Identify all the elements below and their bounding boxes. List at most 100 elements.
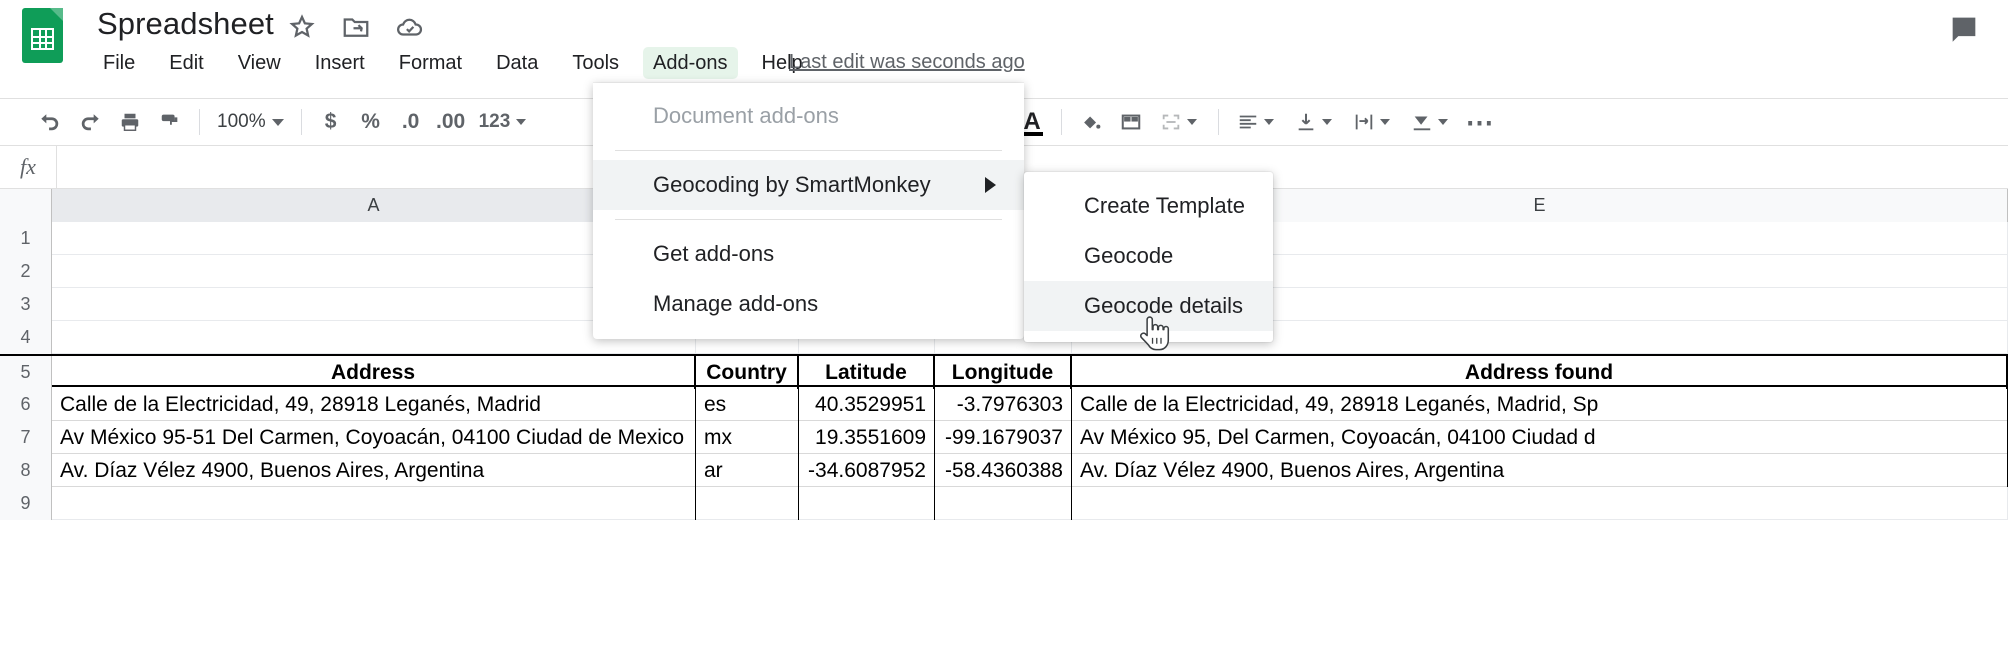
header-longitude[interactable]: Longitude	[935, 356, 1072, 389]
row-header-5[interactable]: 5	[0, 356, 52, 389]
menu-tools[interactable]: Tools	[562, 47, 629, 79]
submenu-item-geocode-details[interactable]: Geocode details	[1024, 281, 1273, 331]
cell-address-8[interactable]: Av. Díaz Vélez 4900, Buenos Aires, Argen…	[52, 454, 696, 487]
cloud-saved-icon[interactable]	[395, 12, 425, 42]
menu-add-ons[interactable]: Add-ons	[643, 47, 738, 79]
row-header-7[interactable]: 7	[0, 421, 52, 454]
chevron-down-icon[interactable]	[1322, 119, 1332, 125]
paint-format-icon[interactable]	[150, 102, 190, 142]
submenu-item-label: Create Template	[1084, 193, 1246, 218]
comment-icon[interactable]	[1946, 12, 1982, 46]
header-address[interactable]: Address	[52, 356, 696, 389]
borders-icon[interactable]	[1111, 102, 1151, 142]
sheets-logo-icon	[22, 8, 63, 63]
decrease-decimal-button[interactable]: .0	[391, 102, 431, 142]
cell-address-found-8[interactable]: Av. Díaz Vélez 4900, Buenos Aires, Argen…	[1072, 454, 2008, 487]
google-sheets-window: Spreadsheet File Edit View Insert Format…	[0, 0, 2008, 666]
menu-bar: File Edit View Insert Format Data Tools …	[93, 46, 827, 80]
horizontal-align-icon[interactable]	[1228, 102, 1268, 142]
header-address-found[interactable]: Address found	[1072, 356, 2008, 389]
cell-address-found-6[interactable]: Calle de la Electricidad, 49, 28918 Lega…	[1072, 388, 2008, 421]
chevron-down-icon	[271, 118, 284, 126]
cell-longitude-8[interactable]: -58.4360388	[935, 454, 1072, 487]
cell-c9[interactable]	[799, 487, 935, 520]
chevron-down-icon[interactable]	[1264, 119, 1274, 125]
cell-a9[interactable]	[52, 487, 696, 520]
zoom-level-selector[interactable]: 100%	[209, 105, 292, 139]
more-options-button[interactable]: ⋯	[1460, 102, 1500, 142]
cell-address-found-7[interactable]: Av México 95, Del Carmen, Coyoacán, 0410…	[1072, 421, 2008, 454]
cell-country-8[interactable]: ar	[696, 454, 799, 487]
cell-latitude-8[interactable]: -34.6087952	[799, 454, 935, 487]
last-edit-status[interactable]: Last edit was seconds ago	[789, 51, 1025, 74]
select-all-corner[interactable]	[0, 189, 52, 222]
menu-file[interactable]: File	[93, 47, 145, 79]
menu-item-label: Geocoding by SmartMonkey	[653, 172, 931, 197]
star-icon[interactable]	[287, 12, 317, 42]
cell-latitude-6[interactable]: 40.3529951	[799, 388, 935, 421]
menu-data[interactable]: Data	[486, 47, 548, 79]
menu-divider	[615, 219, 1002, 220]
document-title[interactable]: Spreadsheet	[97, 6, 274, 42]
menu-item-manage-add-ons[interactable]: Manage add-ons	[593, 279, 1024, 329]
table-row[interactable]: 7 Av México 95-51 Del Carmen, Coyoacán, …	[0, 421, 2008, 454]
undo-icon[interactable]	[30, 102, 70, 142]
row-header-1[interactable]: 1	[0, 222, 52, 255]
row-header-6[interactable]: 6	[0, 388, 52, 421]
merge-cells-icon[interactable]	[1151, 102, 1191, 142]
menu-format[interactable]: Format	[389, 47, 472, 79]
cell-latitude-7[interactable]: 19.3551609	[799, 421, 935, 454]
menu-item-document-add-ons: Document add-ons	[593, 91, 1024, 141]
geocoding-submenu: Create Template Geocode Geocode details	[1024, 172, 1273, 342]
cell-country-7[interactable]: mx	[696, 421, 799, 454]
row-header-9[interactable]: 9	[0, 487, 52, 520]
vertical-align-icon[interactable]	[1286, 102, 1326, 142]
fill-color-icon[interactable]	[1071, 102, 1111, 142]
menu-insert[interactable]: Insert	[305, 47, 375, 79]
cell-d9[interactable]	[935, 487, 1072, 520]
cell-address-6[interactable]: Calle de la Electricidad, 49, 28918 Lega…	[52, 388, 696, 421]
menu-item-geocoding-by-smartmonkey[interactable]: Geocoding by SmartMonkey	[593, 160, 1024, 210]
number-format-selector[interactable]: 123	[471, 105, 535, 139]
submenu-item-geocode[interactable]: Geocode	[1024, 231, 1273, 281]
text-wrap-icon[interactable]	[1344, 102, 1384, 142]
submenu-item-create-template[interactable]: Create Template	[1024, 181, 1273, 231]
cell-b9[interactable]	[696, 487, 799, 520]
redo-icon[interactable]	[70, 102, 110, 142]
menu-view[interactable]: View	[228, 47, 291, 79]
move-to-folder-icon[interactable]	[341, 12, 371, 42]
row-header-8[interactable]: 8	[0, 454, 52, 487]
chevron-down-icon[interactable]	[1187, 119, 1197, 125]
row-header-3[interactable]: 3	[0, 288, 52, 321]
chevron-down-icon[interactable]	[1438, 119, 1448, 125]
table-row[interactable]: 6 Calle de la Electricidad, 49, 28918 Le…	[0, 388, 2008, 421]
cell-address-7[interactable]: Av México 95-51 Del Carmen, Coyoacán, 04…	[52, 421, 696, 454]
menu-edit[interactable]: Edit	[159, 47, 213, 79]
zoom-level-value: 100%	[217, 111, 266, 132]
cell-longitude-7[interactable]: -99.1679037	[935, 421, 1072, 454]
chevron-down-icon[interactable]	[1380, 119, 1390, 125]
table-row[interactable]: 9	[0, 487, 2008, 520]
print-icon[interactable]	[110, 102, 150, 142]
table-row[interactable]: 8 Av. Díaz Vélez 4900, Buenos Aires, Arg…	[0, 454, 2008, 487]
menu-item-label: Document add-ons	[653, 103, 839, 128]
table-header-row[interactable]: 5 Address Country Latitude Longitude Add…	[0, 354, 2008, 389]
menu-item-get-add-ons[interactable]: Get add-ons	[593, 229, 1024, 279]
increase-decimal-button[interactable]: .00	[431, 102, 471, 142]
header-latitude[interactable]: Latitude	[799, 356, 935, 389]
add-ons-dropdown-menu: Document add-ons Geocoding by SmartMonke…	[593, 83, 1024, 339]
submenu-item-label: Geocode details	[1084, 293, 1243, 318]
cell-e9[interactable]	[1072, 487, 2008, 520]
currency-format-button[interactable]: $	[311, 102, 351, 142]
cell-longitude-6[interactable]: -3.7976303	[935, 388, 1072, 421]
row-header-2[interactable]: 2	[0, 255, 52, 288]
percent-format-button[interactable]: %	[351, 102, 391, 142]
menu-item-label: Manage add-ons	[653, 291, 819, 316]
cell-country-6[interactable]: es	[696, 388, 799, 421]
row-header-4[interactable]: 4	[0, 321, 52, 354]
number-format-label: 123	[478, 111, 511, 132]
header-country[interactable]: Country	[696, 356, 799, 389]
menu-divider	[615, 150, 1002, 151]
text-rotation-icon[interactable]	[1402, 102, 1442, 142]
submenu-item-label: Geocode	[1084, 243, 1174, 268]
